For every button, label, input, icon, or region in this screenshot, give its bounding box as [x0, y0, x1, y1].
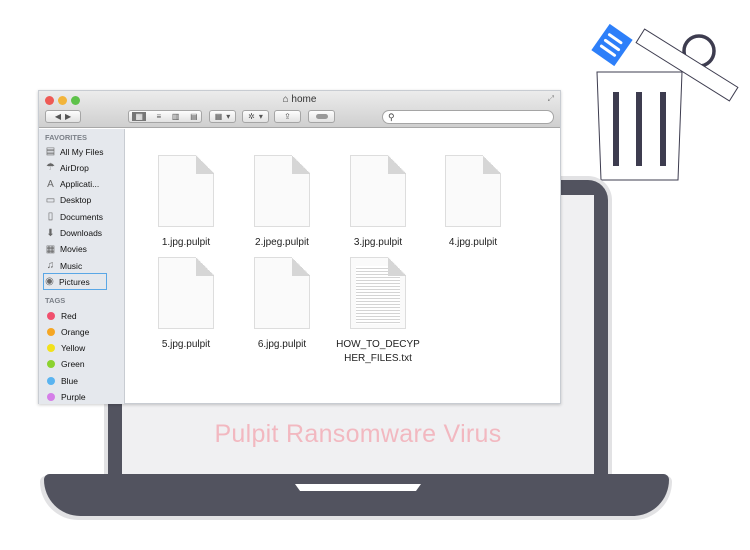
- view-buttons[interactable]: ▦ ≡ ▥ ▤: [128, 110, 202, 123]
- sidebar-item[interactable]: ♫ Music: [45, 258, 121, 273]
- applications-icon: A: [47, 178, 54, 190]
- home-icon: ⌂: [282, 94, 289, 105]
- desktop-icon: ▭: [45, 194, 56, 206]
- tag-dot-icon: [47, 360, 55, 369]
- fullscreen-icon[interactable]: ⤢: [548, 94, 554, 104]
- sidebar-item[interactable]: ▤ All My Files: [45, 144, 121, 159]
- file-icon: [158, 155, 214, 227]
- documents-icon: ▯: [47, 211, 54, 223]
- file-item[interactable]: 3.jpg.pulpit: [330, 155, 426, 250]
- files-icon: ▤: [45, 146, 56, 157]
- sidebar: FAVORITES ▤ All My Files ☂ AirDrop A Applicati…: [39, 129, 125, 404]
- icon-view-icon[interactable]: ▦: [132, 112, 146, 121]
- sidebar-item[interactable]: ▯ Documents: [45, 209, 121, 224]
- file-icon: [254, 155, 310, 227]
- tag-icon: [315, 114, 328, 119]
- action-button[interactable]: ✲ ▾: [242, 110, 269, 123]
- airdrop-icon: ☂: [46, 162, 55, 174]
- file-icon: [445, 155, 501, 227]
- back-forward-buttons[interactable]: ◀ ▶: [45, 110, 81, 123]
- file-item[interactable]: 1.jpg.pulpit: [138, 155, 234, 250]
- file-icon: [158, 257, 214, 329]
- search-icon: ⚲: [388, 112, 395, 122]
- music-icon: ♫: [46, 260, 55, 272]
- column-view-icon[interactable]: ▥: [172, 112, 180, 121]
- list-view-icon[interactable]: ≡: [157, 112, 162, 121]
- tag-dot-icon: [47, 376, 55, 385]
- sidebar-tag[interactable]: Orange: [45, 324, 121, 339]
- file-item[interactable]: 2.jpeg.pulpit: [234, 155, 330, 250]
- trash-icon: [591, 23, 739, 181]
- sidebar-item[interactable]: ▭ Desktop: [45, 193, 121, 208]
- sidebar-tag[interactable]: Yellow: [45, 341, 121, 356]
- sidebar-tag[interactable]: Green: [45, 357, 121, 372]
- arrange-icon: ▦: [214, 112, 223, 121]
- file-icon: [254, 257, 310, 329]
- sidebar-item[interactable]: ▦ Movies: [45, 242, 121, 257]
- finder-window: ⌂ home ⤢ ◀ ▶ ▦ ≡ ▥ ▤ ▦ ▾ ✲ ▾ ⇪ ⚲ FAVORITES ▤ All…: [38, 90, 561, 404]
- tags-header: TAGS: [45, 296, 66, 305]
- back-icon[interactable]: ◀: [55, 112, 61, 121]
- camera-icon: ◉: [45, 276, 54, 288]
- laptop-notch: [295, 484, 421, 491]
- tag-dot-icon: [47, 393, 55, 401]
- downloads-icon: ⬇: [46, 227, 55, 239]
- sidebar-tag[interactable]: Blue: [45, 373, 121, 388]
- file-item[interactable]: 4.jpg.pulpit: [425, 155, 521, 250]
- text-file-icon: [350, 257, 406, 329]
- laptop-base: [44, 474, 669, 516]
- sidebar-item[interactable]: ☂ AirDrop: [45, 160, 121, 175]
- title-bar: ⌂ home ⤢ ◀ ▶ ▦ ≡ ▥ ▤ ▦ ▾ ✲ ▾ ⇪ ⚲: [39, 91, 560, 128]
- window-title: ⌂ home: [282, 94, 317, 105]
- tag-button[interactable]: [308, 110, 335, 123]
- share-button[interactable]: ⇪: [274, 110, 301, 123]
- arrange-button[interactable]: ▦ ▾: [209, 110, 236, 123]
- tag-dot-icon: [47, 344, 55, 353]
- banner-title: Pulpit Ransomware Virus: [214, 420, 502, 448]
- file-icon: [350, 155, 406, 227]
- tag-dot-icon: [47, 327, 55, 336]
- tag-dot-icon: [47, 311, 55, 320]
- sidebar-item[interactable]: ◉ Pictures: [43, 273, 107, 291]
- sidebar-tag[interactable]: Purple: [45, 390, 121, 405]
- file-item[interactable]: 6.jpg.pulpit: [234, 257, 330, 352]
- favorites-header: FAVORITES: [45, 133, 87, 142]
- file-item[interactable]: 5.jpg.pulpit: [138, 257, 234, 352]
- search-input[interactable]: ⚲: [382, 110, 554, 124]
- forward-icon[interactable]: ▶: [65, 112, 71, 121]
- action-gear-icon: ✲: [248, 112, 255, 121]
- sidebar-tag[interactable]: Red: [45, 308, 121, 323]
- share-icon: ⇪: [284, 112, 291, 121]
- sidebar-item[interactable]: ⬇ Downloads: [45, 226, 121, 241]
- sidebar-item[interactable]: A Applicati...: [45, 177, 121, 192]
- file-item[interactable]: HOW_TO_DECYP HER_FILES.txt: [330, 257, 426, 366]
- movies-icon: ▦: [45, 243, 56, 255]
- coverflow-view-icon[interactable]: ▤: [190, 112, 198, 121]
- document-icon: [591, 23, 633, 67]
- file-grid: 1.jpg.pulpit 2.jpeg.pulpit 3.jpg.pulpit 4.j…: [126, 129, 560, 404]
